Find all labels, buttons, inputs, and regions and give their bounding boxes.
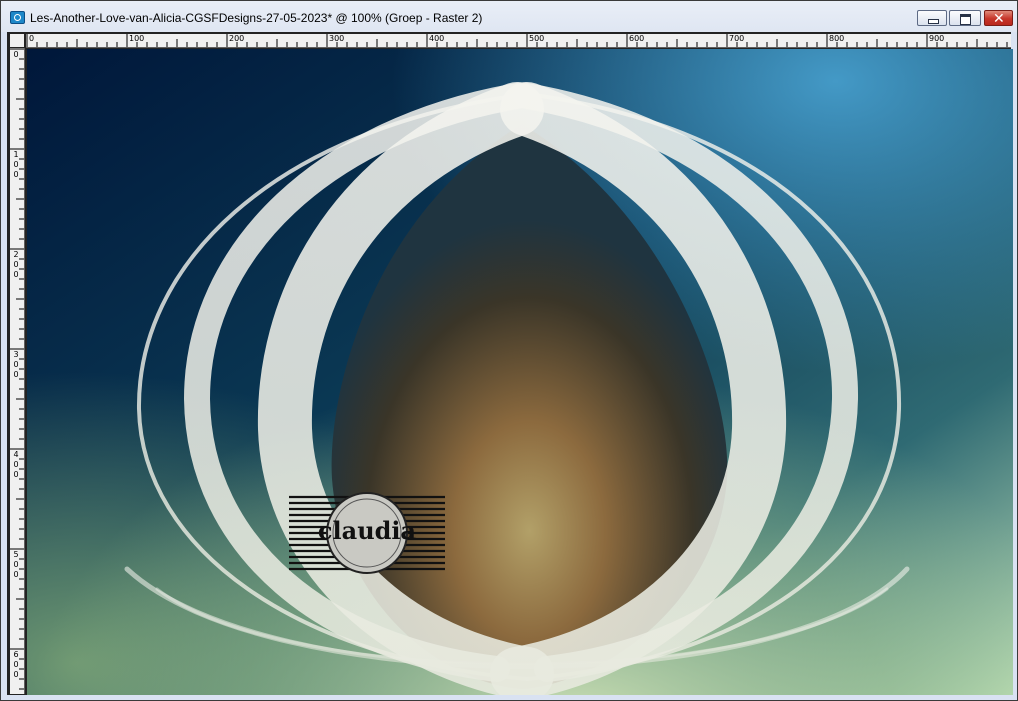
horizontal-ruler-ticks (26, 34, 1008, 47)
vertical-ruler[interactable]: 0 100 200 300 400 500 600 (10, 48, 25, 694)
ruler-label: 700 (729, 34, 745, 43)
ruler-label: 300 (329, 34, 345, 43)
watermark-text: claudia (318, 516, 416, 545)
ruler-label: 500 (529, 34, 545, 43)
restore-icon (960, 14, 971, 25)
ruler-label: 200 (13, 250, 19, 279)
close-icon: ✕ (993, 10, 1005, 26)
window-title: Les-Another-Love-van-Alicia-CGSFDesigns-… (30, 11, 483, 25)
ruler-label: 400 (13, 450, 19, 479)
minimize-button[interactable] (917, 10, 947, 26)
ruler-label: 200 (229, 34, 245, 43)
ruler-label: 800 (829, 34, 845, 43)
ruler-label: 300 (13, 350, 19, 379)
horizontal-ruler[interactable]: 0 100 200 300 400 500 600 700 800 900 (26, 34, 1011, 48)
ruler-label: 600 (13, 650, 19, 679)
title-bar[interactable]: Les-Another-Love-van-Alicia-CGSFDesigns-… (1, 1, 1017, 32)
ruler-label: 0 (13, 50, 19, 59)
close-button[interactable]: ✕ (984, 10, 1013, 26)
restore-button[interactable] (949, 10, 981, 26)
ruler-corner (10, 34, 24, 47)
image-canvas[interactable]: claudia (27, 49, 1013, 695)
minimize-icon (928, 19, 939, 24)
ruler-label: 100 (129, 34, 145, 43)
ruler-label: 500 (13, 550, 19, 579)
ruler-label: 400 (429, 34, 445, 43)
image-window: Les-Another-Love-van-Alicia-CGSFDesigns-… (0, 0, 1018, 701)
ruler-label: 0 (29, 34, 35, 43)
artwork: claudia (27, 49, 1013, 695)
ruler-label: 900 (929, 34, 945, 43)
paintshop-pro-icon (10, 11, 25, 24)
ruler-label: 600 (629, 34, 645, 43)
ruler-label: 100 (13, 150, 19, 179)
